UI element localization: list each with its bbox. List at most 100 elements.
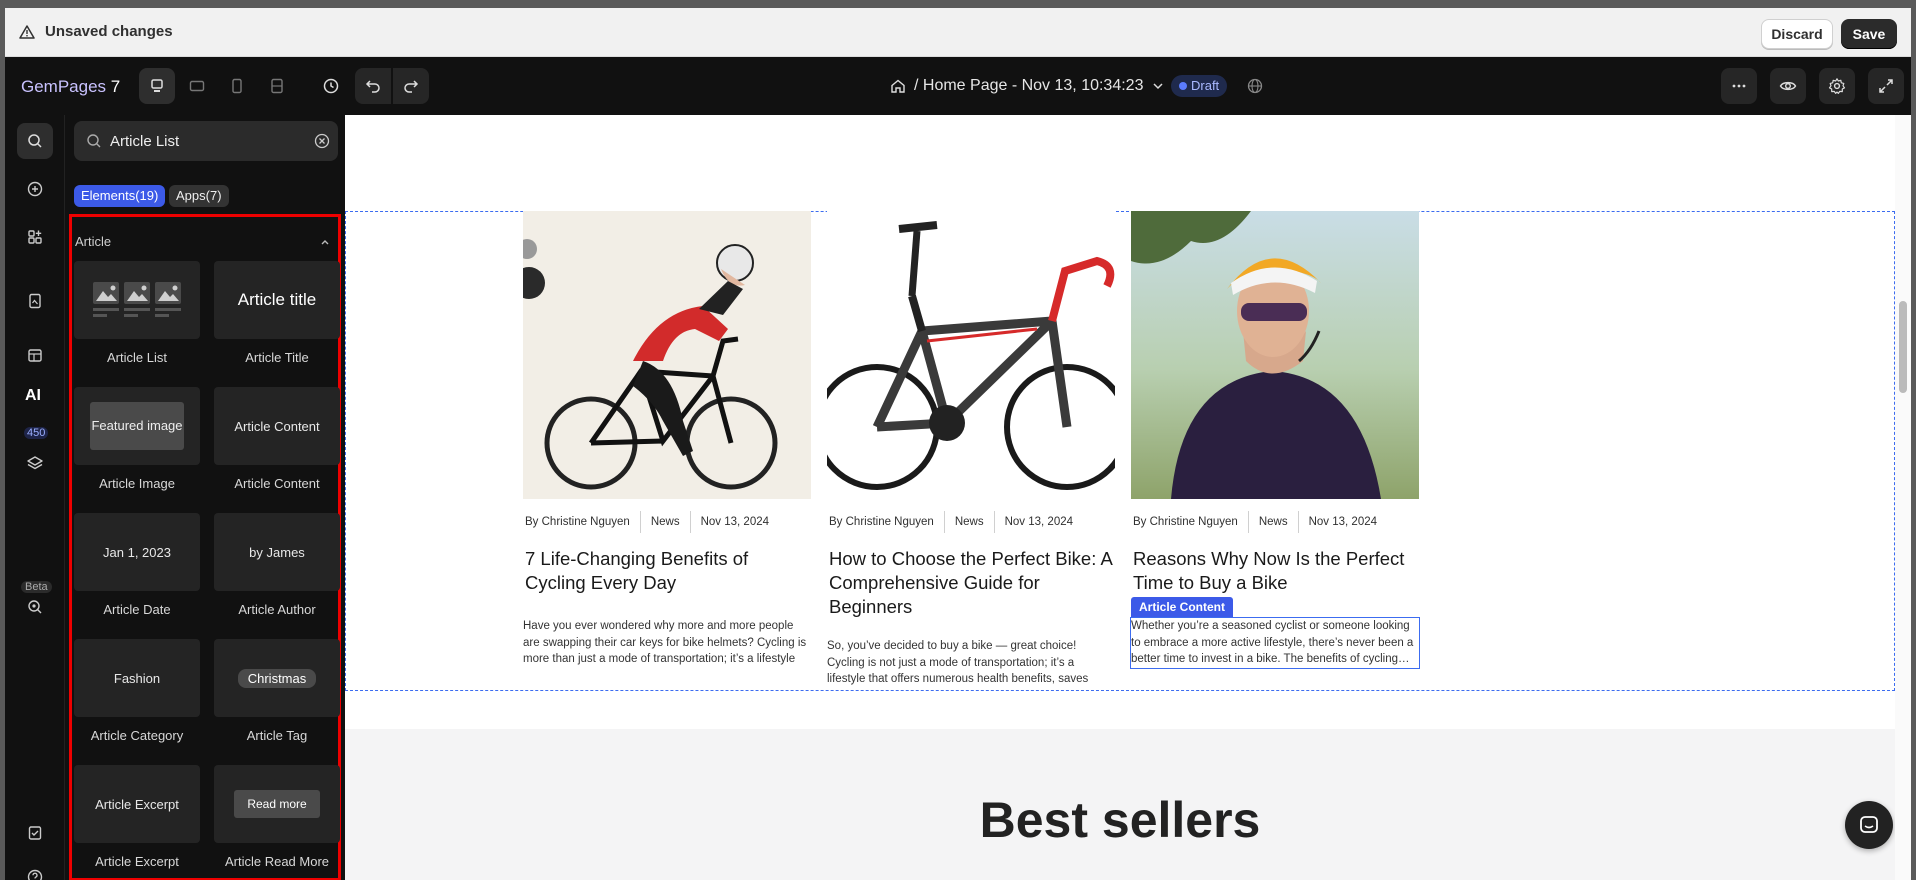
rail-ai-button[interactable]: AI	[25, 387, 41, 405]
rail-pages-button[interactable]	[17, 283, 53, 319]
article-excerpt[interactable]: So, you’ve decided to buy a bike — great…	[827, 638, 1115, 688]
elements-panel: Elements(19) Apps(7) Article Article Lis…	[65, 115, 345, 880]
logo-name: GemPages	[21, 77, 107, 96]
tablet-portrait-icon	[271, 78, 283, 94]
article-date: Nov 13, 2024	[1297, 511, 1387, 533]
desktop-icon	[151, 79, 163, 92]
help-icon	[27, 869, 43, 880]
article-date: Nov 13, 2024	[689, 511, 779, 533]
card-article-category[interactable]: Fashion	[74, 639, 200, 717]
chat-support-button[interactable]	[1845, 801, 1893, 849]
status-badge: Draft	[1171, 75, 1228, 97]
card-preview-text: by James	[249, 544, 305, 560]
logo-version: 7	[110, 77, 121, 96]
discard-button[interactable]: Discard	[1761, 19, 1833, 49]
article-author: By Christine Nguyen	[1133, 516, 1238, 528]
redo-button[interactable]	[393, 68, 429, 104]
card-label: Article Tag	[246, 728, 308, 743]
rider-portrait-illustration	[1131, 211, 1381, 499]
globe-icon	[1247, 78, 1263, 94]
more-options-button[interactable]	[1721, 68, 1757, 104]
app-logo[interactable]: GemPages 7	[21, 77, 120, 97]
chevron-up-icon[interactable]	[319, 236, 331, 248]
card-article-content[interactable]: Article Content	[214, 387, 340, 465]
card-article-image[interactable]: Featured image	[74, 387, 200, 465]
card-preview-text: Article Content	[234, 418, 320, 434]
tablet-portrait-view-button[interactable]	[259, 68, 295, 104]
canvas-scrollbar[interactable]	[1895, 115, 1911, 880]
bike-illustration	[827, 221, 1115, 490]
page-selector[interactable]: / Home Page - Nov 13, 10:34:23	[890, 74, 1165, 98]
card-article-tag[interactable]: Christmas	[214, 639, 340, 717]
article-item[interactable]: By Christine Nguyen News Nov 13, 2024 Re…	[1130, 211, 1420, 669]
article-meta: By Christine Nguyen News Nov 13, 2024	[523, 511, 811, 533]
article-image[interactable]	[827, 211, 1115, 499]
unsaved-changes-bar: Unsaved changes Discard Save	[5, 8, 1911, 57]
article-image[interactable]	[523, 211, 811, 499]
cyclist-illustration	[523, 239, 778, 490]
article-image[interactable]	[1131, 211, 1419, 499]
language-button[interactable]	[1237, 68, 1273, 104]
mobile-icon	[232, 78, 242, 94]
tab-elements[interactable]: Elements(19)	[74, 185, 166, 207]
rail-help-button[interactable]	[17, 859, 53, 880]
card-article-title[interactable]: Article title	[214, 261, 340, 339]
card-article-list[interactable]	[74, 261, 200, 339]
card-label: Article Date	[103, 602, 171, 617]
expand-icon	[1879, 79, 1893, 93]
article-category: News	[1247, 511, 1298, 533]
search-input[interactable]	[110, 129, 300, 153]
save-button[interactable]: Save	[1841, 19, 1897, 49]
rail-checklist-button[interactable]	[17, 815, 53, 851]
article-meta: By Christine Nguyen News Nov 13, 2024	[1131, 511, 1419, 533]
undo-button[interactable]	[355, 68, 391, 104]
checklist-icon	[28, 826, 42, 840]
article-category: News	[943, 511, 994, 533]
card-preview-text: Article title	[237, 290, 317, 309]
article-title[interactable]: 7 Life-Changing Benefits of Cycling Ever…	[523, 547, 811, 595]
mobile-view-button[interactable]	[219, 68, 255, 104]
redo-icon	[404, 80, 419, 93]
rail-apps-button[interactable]	[17, 219, 53, 255]
fullscreen-button[interactable]	[1868, 68, 1904, 104]
article-item[interactable]: By Christine Nguyen News Nov 13, 2024 7 …	[523, 211, 811, 668]
card-label: Article List	[107, 350, 167, 365]
home-icon	[891, 79, 905, 93]
settings-button[interactable]	[1819, 68, 1855, 104]
history-button[interactable]	[313, 68, 349, 104]
article-list-preview-icon	[93, 282, 181, 317]
selection-tag[interactable]: Article Content	[1131, 597, 1234, 617]
rail-count-badge: 450	[24, 427, 49, 439]
article-title[interactable]: Reasons Why Now Is the Perfect Time to B…	[1131, 547, 1419, 595]
article-excerpt[interactable]: Whether you’re a seasoned cyclist or som…	[1130, 617, 1420, 669]
tablet-landscape-icon	[189, 80, 205, 92]
scrollbar-thumb[interactable]	[1899, 301, 1907, 393]
article-item[interactable]: By Christine Nguyen News Nov 13, 2024 Ho…	[827, 211, 1115, 688]
rail-templates-button[interactable]	[17, 337, 53, 373]
tablet-landscape-view-button[interactable]	[179, 68, 215, 104]
article-author: By Christine Nguyen	[829, 516, 934, 528]
card-article-read-more[interactable]: Read more	[214, 765, 340, 843]
top-toolbar: GemPages 7 / Home Page - Nov 13, 10:34:2…	[5, 57, 1911, 115]
card-article-author[interactable]: by James	[214, 513, 340, 591]
search-icon	[87, 134, 101, 148]
plus-circle-icon	[27, 181, 43, 197]
preview-button[interactable]	[1770, 68, 1806, 104]
more-horizontal-icon	[1732, 84, 1746, 88]
chat-icon	[1860, 816, 1878, 833]
element-search	[74, 121, 338, 161]
clear-search-icon[interactable]	[314, 133, 330, 149]
desktop-view-button[interactable]	[139, 68, 175, 104]
best-sellers-heading[interactable]: Best sellers	[345, 791, 1895, 849]
article-excerpt[interactable]: Have you ever wondered why more and more…	[523, 618, 811, 668]
rail-beta-feature-button[interactable]	[17, 589, 53, 625]
card-article-date[interactable]: Jan 1, 2023	[74, 513, 200, 591]
card-label: Article Category	[90, 728, 184, 743]
rail-add-elements-button[interactable]	[17, 171, 53, 207]
tab-apps[interactable]: Apps(7)	[169, 185, 229, 207]
rail-search-button[interactable]	[17, 123, 53, 159]
card-article-excerpt[interactable]: Article Excerpt	[74, 765, 200, 843]
eye-icon	[1779, 81, 1797, 91]
article-title[interactable]: How to Choose the Perfect Bike: A Compre…	[827, 547, 1115, 619]
rail-layers-button[interactable]	[17, 445, 53, 481]
